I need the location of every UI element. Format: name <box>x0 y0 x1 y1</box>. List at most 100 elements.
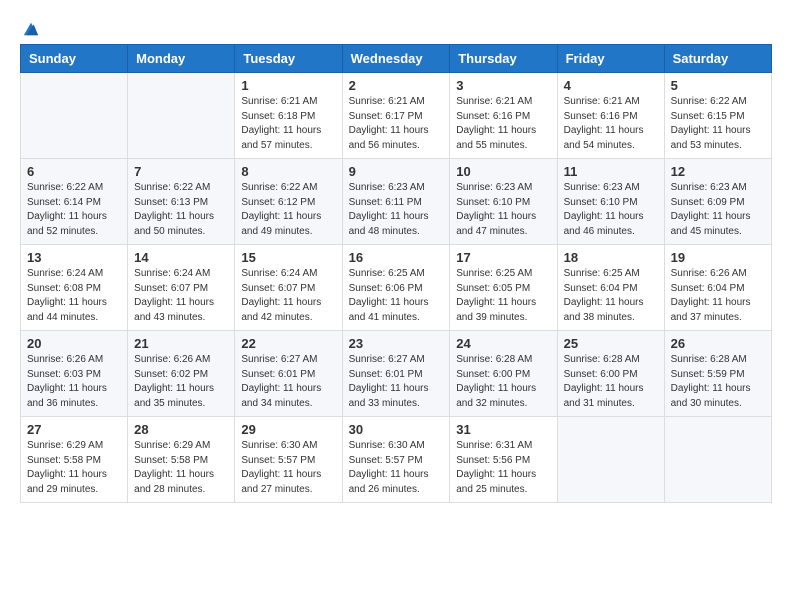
day-number: 31 <box>456 422 550 437</box>
calendar-cell: 2 Sunrise: 6:21 AMSunset: 6:17 PMDaylight… <box>342 73 450 159</box>
day-number: 20 <box>27 336 121 351</box>
calendar-week-5: 27 Sunrise: 6:29 AMSunset: 5:58 PMDayligh… <box>21 417 772 503</box>
day-number: 6 <box>27 164 121 179</box>
calendar-cell: 12Sunrise: 6:23 AMSunset: 6:09 PMDayligh… <box>664 159 771 245</box>
logo-icon <box>22 20 40 38</box>
calendar-cell: 11Sunrise: 6:23 AMSunset: 6:10 PMDayligh… <box>557 159 664 245</box>
weekday-header-monday: Monday <box>128 45 235 73</box>
logo <box>20 20 40 34</box>
cell-content: Sunrise: 6:28 AMSunset: 5:59 PMDaylight:… <box>671 353 765 411</box>
calendar-cell: 8Sunrise: 6:22 AMSunset: 6:12 PMDaylight… <box>235 159 342 245</box>
calendar-cell: 4 Sunrise: 6:21 AMSunset: 6:16 PMDaylight… <box>557 73 664 159</box>
day-number: 16 <box>349 250 444 265</box>
calendar-cell: 16 Sunrise: 6:25 AMSunset: 6:06 PMDayligh… <box>342 245 450 331</box>
calendar-cell: 28 Sunrise: 6:29 AMSunset: 5:58 PMDayligh… <box>128 417 235 503</box>
calendar-week-2: 6 Sunrise: 6:22 AMSunset: 6:14 PMDaylight… <box>21 159 772 245</box>
day-number: 27 <box>27 422 121 437</box>
day-number: 29 <box>241 422 335 437</box>
cell-content: Sunrise: 6:23 AMSunset: 6:10 PMDaylight:… <box>456 181 550 239</box>
calendar-cell: 19 Sunrise: 6:26 AMSunset: 6:04 PMDayligh… <box>664 245 771 331</box>
calendar-cell: 7 Sunrise: 6:22 AMSunset: 6:13 PMDaylight… <box>128 159 235 245</box>
day-number: 13 <box>27 250 121 265</box>
calendar-cell <box>128 73 235 159</box>
calendar-cell: 23 Sunrise: 6:27 AMSunset: 6:01 PMDayligh… <box>342 331 450 417</box>
calendar-cell: 14 Sunrise: 6:24 AMSunset: 6:07 PMDayligh… <box>128 245 235 331</box>
cell-content: Sunrise: 6:30 AMSunset: 5:57 PMDaylight:… <box>349 439 444 497</box>
calendar-cell: 26 Sunrise: 6:28 AMSunset: 5:59 PMDayligh… <box>664 331 771 417</box>
calendar-cell: 1Sunrise: 6:21 AMSunset: 6:18 PMDaylight… <box>235 73 342 159</box>
cell-content: Sunrise: 6:21 AMSunset: 6:16 PMDaylight:… <box>564 95 658 153</box>
calendar-cell: 17 Sunrise: 6:25 AMSunset: 6:05 PMDayligh… <box>450 245 557 331</box>
day-number: 5 <box>671 78 765 93</box>
weekday-header-sunday: Sunday <box>21 45 128 73</box>
calendar-cell <box>557 417 664 503</box>
cell-content: Sunrise: 6:25 AMSunset: 6:06 PMDaylight:… <box>349 267 444 325</box>
cell-content: Sunrise: 6:31 AMSunset: 5:56 PMDaylight:… <box>456 439 550 497</box>
calendar-cell: 24 Sunrise: 6:28 AMSunset: 6:00 PMDayligh… <box>450 331 557 417</box>
day-number: 14 <box>134 250 228 265</box>
day-number: 2 <box>349 78 444 93</box>
calendar-cell: 18Sunrise: 6:25 AMSunset: 6:04 PMDayligh… <box>557 245 664 331</box>
day-number: 3 <box>456 78 550 93</box>
day-number: 10 <box>456 164 550 179</box>
calendar-week-1: 1Sunrise: 6:21 AMSunset: 6:18 PMDaylight… <box>21 73 772 159</box>
weekday-header-friday: Friday <box>557 45 664 73</box>
cell-content: Sunrise: 6:29 AMSunset: 5:58 PMDaylight:… <box>27 439 121 497</box>
cell-content: Sunrise: 6:24 AMSunset: 6:08 PMDaylight:… <box>27 267 121 325</box>
calendar-cell <box>664 417 771 503</box>
calendar-cell: 10 Sunrise: 6:23 AMSunset: 6:10 PMDayligh… <box>450 159 557 245</box>
calendar-table: SundayMondayTuesdayWednesdayThursdayFrid… <box>20 44 772 503</box>
cell-content: Sunrise: 6:22 AMSunset: 6:14 PMDaylight:… <box>27 181 121 239</box>
calendar-cell: 9Sunrise: 6:23 AMSunset: 6:11 PMDaylight… <box>342 159 450 245</box>
cell-content: Sunrise: 6:26 AMSunset: 6:02 PMDaylight:… <box>134 353 228 411</box>
cell-content: Sunrise: 6:27 AMSunset: 6:01 PMDaylight:… <box>241 353 335 411</box>
day-number: 23 <box>349 336 444 351</box>
cell-content: Sunrise: 6:22 AMSunset: 6:12 PMDaylight:… <box>241 181 335 239</box>
cell-content: Sunrise: 6:23 AMSunset: 6:10 PMDaylight:… <box>564 181 658 239</box>
page-header <box>20 20 772 34</box>
weekday-header-tuesday: Tuesday <box>235 45 342 73</box>
day-number: 18 <box>564 250 658 265</box>
cell-content: Sunrise: 6:29 AMSunset: 5:58 PMDaylight:… <box>134 439 228 497</box>
cell-content: Sunrise: 6:28 AMSunset: 6:00 PMDaylight:… <box>456 353 550 411</box>
day-number: 24 <box>456 336 550 351</box>
weekday-header-saturday: Saturday <box>664 45 771 73</box>
cell-content: Sunrise: 6:25 AMSunset: 6:05 PMDaylight:… <box>456 267 550 325</box>
day-number: 1 <box>241 78 335 93</box>
day-number: 30 <box>349 422 444 437</box>
weekday-header-row: SundayMondayTuesdayWednesdayThursdayFrid… <box>21 45 772 73</box>
day-number: 7 <box>134 164 228 179</box>
day-number: 17 <box>456 250 550 265</box>
cell-content: Sunrise: 6:21 AMSunset: 6:17 PMDaylight:… <box>349 95 444 153</box>
calendar-cell: 20Sunrise: 6:26 AMSunset: 6:03 PMDayligh… <box>21 331 128 417</box>
day-number: 4 <box>564 78 658 93</box>
cell-content: Sunrise: 6:24 AMSunset: 6:07 PMDaylight:… <box>241 267 335 325</box>
day-number: 15 <box>241 250 335 265</box>
cell-content: Sunrise: 6:28 AMSunset: 6:00 PMDaylight:… <box>564 353 658 411</box>
day-number: 26 <box>671 336 765 351</box>
calendar-week-4: 20Sunrise: 6:26 AMSunset: 6:03 PMDayligh… <box>21 331 772 417</box>
cell-content: Sunrise: 6:26 AMSunset: 6:04 PMDaylight:… <box>671 267 765 325</box>
cell-content: Sunrise: 6:22 AMSunset: 6:13 PMDaylight:… <box>134 181 228 239</box>
calendar-week-3: 13 Sunrise: 6:24 AMSunset: 6:08 PMDayligh… <box>21 245 772 331</box>
cell-content: Sunrise: 6:23 AMSunset: 6:11 PMDaylight:… <box>349 181 444 239</box>
calendar-cell <box>21 73 128 159</box>
cell-content: Sunrise: 6:30 AMSunset: 5:57 PMDaylight:… <box>241 439 335 497</box>
calendar-cell: 21 Sunrise: 6:26 AMSunset: 6:02 PMDayligh… <box>128 331 235 417</box>
weekday-header-thursday: Thursday <box>450 45 557 73</box>
cell-content: Sunrise: 6:24 AMSunset: 6:07 PMDaylight:… <box>134 267 228 325</box>
calendar-cell: 15 Sunrise: 6:24 AMSunset: 6:07 PMDayligh… <box>235 245 342 331</box>
day-number: 28 <box>134 422 228 437</box>
day-number: 21 <box>134 336 228 351</box>
calendar-cell: 6 Sunrise: 6:22 AMSunset: 6:14 PMDaylight… <box>21 159 128 245</box>
calendar-cell: 22 Sunrise: 6:27 AMSunset: 6:01 PMDayligh… <box>235 331 342 417</box>
calendar-cell: 29 Sunrise: 6:30 AMSunset: 5:57 PMDayligh… <box>235 417 342 503</box>
cell-content: Sunrise: 6:27 AMSunset: 6:01 PMDaylight:… <box>349 353 444 411</box>
day-number: 19 <box>671 250 765 265</box>
cell-content: Sunrise: 6:23 AMSunset: 6:09 PMDaylight:… <box>671 181 765 239</box>
weekday-header-wednesday: Wednesday <box>342 45 450 73</box>
calendar-cell: 5 Sunrise: 6:22 AMSunset: 6:15 PMDaylight… <box>664 73 771 159</box>
day-number: 22 <box>241 336 335 351</box>
day-number: 25 <box>564 336 658 351</box>
cell-content: Sunrise: 6:22 AMSunset: 6:15 PMDaylight:… <box>671 95 765 153</box>
